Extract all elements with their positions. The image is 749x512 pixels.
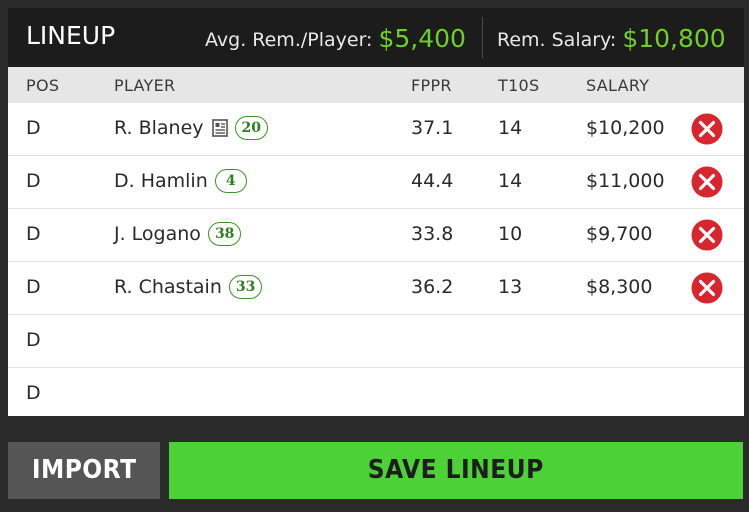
- row-pos: D: [26, 117, 41, 139]
- remaining-salary: Rem. Salary: $10,800: [497, 23, 726, 53]
- lineup-panel: LINEUP Avg. Rem./Player: $5,400 Rem. Sala…: [8, 8, 744, 416]
- row-salary: $11,000: [586, 170, 665, 192]
- column-header-t10s[interactable]: T10S: [498, 76, 540, 95]
- lineup-row: D D. Hamlin 4 44.4 14 $11,000: [8, 156, 744, 209]
- avg-remaining-per-player: Avg. Rem./Player: $5,400: [205, 23, 466, 53]
- row-player[interactable]: R. Blaney 20: [114, 116, 269, 140]
- remaining-salary-label: Rem. Salary:: [497, 29, 617, 51]
- import-button-label: IMPORT: [31, 455, 137, 485]
- lineup-title: LINEUP: [26, 21, 116, 50]
- save-lineup-button[interactable]: SAVE LINEUP: [169, 442, 743, 499]
- column-header-pos[interactable]: POS: [26, 76, 59, 95]
- player-name[interactable]: J. Logano: [114, 223, 201, 245]
- news-document-icon[interactable]: [211, 119, 228, 137]
- remove-x-circle-icon[interactable]: [691, 166, 723, 198]
- row-t10s: 14: [498, 117, 523, 139]
- lineup-header: LINEUP Avg. Rem./Player: $5,400 Rem. Sala…: [8, 8, 744, 67]
- avg-remaining-value: $5,400: [378, 24, 466, 53]
- row-salary: $9,700: [586, 223, 653, 245]
- row-player[interactable]: R. Chastain 33: [114, 275, 263, 299]
- row-pos: D: [26, 276, 41, 298]
- column-header-player[interactable]: PLAYER: [114, 76, 175, 95]
- avg-remaining-label: Avg. Rem./Player:: [205, 29, 373, 51]
- lineup-row: D J. Logano 38 33.8 10 $9,700: [8, 209, 744, 262]
- empty-lineup-slot[interactable]: D: [8, 368, 744, 420]
- row-fppr: 33.8: [411, 223, 454, 245]
- lineup-row: D R. Blaney 20 37.1 14 $10,200: [8, 103, 744, 156]
- row-player[interactable]: D. Hamlin 4: [114, 169, 247, 193]
- row-player[interactable]: J. Logano 38: [114, 222, 242, 246]
- car-number-badge: 38: [207, 222, 242, 246]
- save-lineup-button-label: SAVE LINEUP: [368, 455, 544, 485]
- empty-lineup-slot[interactable]: D: [8, 315, 744, 368]
- row-salary: $8,300: [586, 276, 653, 298]
- row-pos: D: [26, 170, 41, 192]
- row-pos: D: [26, 329, 41, 351]
- column-header-row: POS PLAYER FPPR T10S SALARY: [8, 67, 744, 103]
- remove-x-circle-icon[interactable]: [691, 113, 723, 145]
- remove-x-circle-icon[interactable]: [691, 272, 723, 304]
- row-fppr: 36.2: [411, 276, 454, 298]
- player-name[interactable]: R. Blaney: [114, 117, 204, 139]
- column-header-salary[interactable]: SALARY: [586, 76, 649, 95]
- car-number-badge: 20: [234, 116, 269, 140]
- column-header-fppr[interactable]: FPPR: [411, 76, 452, 95]
- player-name[interactable]: R. Chastain: [114, 276, 222, 298]
- remaining-salary-value: $10,800: [622, 24, 726, 53]
- car-number-badge: 33: [228, 275, 263, 299]
- row-t10s: 14: [498, 170, 523, 192]
- row-salary: $10,200: [586, 117, 665, 139]
- lineup-row: D R. Chastain 33 36.2 13 $8,300: [8, 262, 744, 315]
- row-t10s: 10: [498, 223, 523, 245]
- row-pos: D: [26, 223, 41, 245]
- row-fppr: 44.4: [411, 170, 454, 192]
- lineup-rows: D R. Blaney 20 37.1 14 $10,200 D D. Haml…: [8, 103, 744, 420]
- player-name[interactable]: D. Hamlin: [114, 170, 208, 192]
- import-button[interactable]: IMPORT: [8, 442, 160, 499]
- car-number-badge: 4: [214, 169, 247, 193]
- header-divider: [482, 17, 483, 58]
- row-pos: D: [26, 382, 41, 404]
- row-fppr: 37.1: [411, 117, 454, 139]
- row-t10s: 13: [498, 276, 523, 298]
- remove-x-circle-icon[interactable]: [691, 219, 723, 251]
